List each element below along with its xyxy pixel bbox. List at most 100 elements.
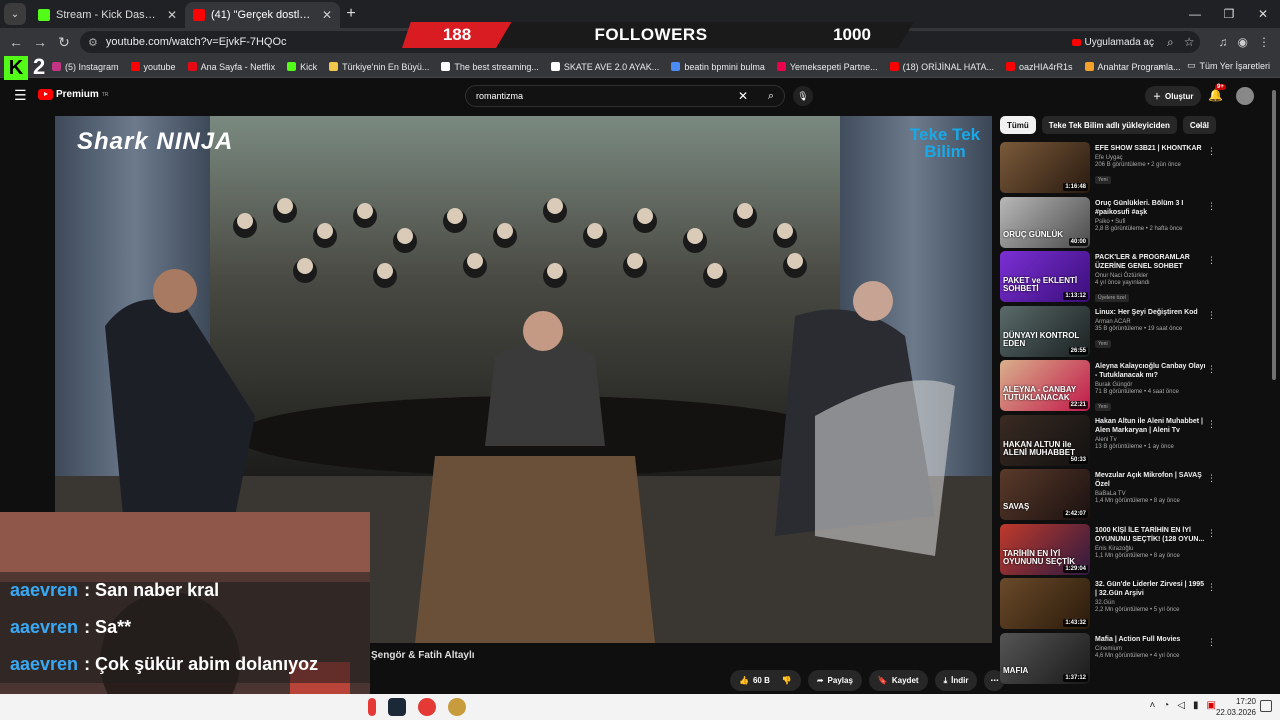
microphone-icon[interactable]: 🎙 — [793, 86, 813, 106]
video-thumbnail[interactable]: PAKET ve EKLENTİ SOHBETİ 1:13:12 — [1000, 251, 1090, 302]
zoom-icon[interactable]: ⌕ — [1167, 35, 1174, 50]
tab-search-button[interactable]: ⌄ — [4, 3, 26, 25]
recommended-video[interactable]: SAVAŞ 2:42:07 Mevzular Açık Mikrofon | SAV… — [1000, 469, 1222, 524]
bookmark-star-icon[interactable]: ☆ — [1184, 35, 1195, 49]
video-title[interactable]: Hakan Altun ile Aleni Muhabbet | Alen Ma… — [1095, 417, 1207, 435]
video-title[interactable]: PACK'LER & PROGRAMLAR ÜZERİNE GENEL SOHB… — [1095, 253, 1207, 271]
channel-name[interactable]: Onur Naci Öztürkler — [1095, 273, 1207, 279]
download-button[interactable]: ⤓ İndir — [934, 670, 978, 691]
more-options-icon[interactable]: ⋮ — [1207, 582, 1216, 593]
channel-name[interactable]: Cinemium — [1095, 646, 1207, 652]
recommended-video[interactable]: MAFIA 1:37:12 Mafia | Action Full Movies Ci… — [1000, 632, 1222, 688]
bookmark-item[interactable]: Türkiye'nin En Büyü... — [329, 62, 429, 72]
recommended-video[interactable]: DÜNYAYI KONTROL EDEN 26:55 Linux: Her Şeyi… — [1000, 305, 1222, 361]
video-thumbnail[interactable]: MAFIA 1:37:12 — [1000, 632, 1090, 684]
more-options-icon[interactable]: ⋮ — [1207, 146, 1216, 157]
video-title[interactable]: Aleyna Kalaycıoğlu Canbay Olayı - Tutukl… — [1095, 362, 1207, 380]
channel-name[interactable]: Burak Güngör — [1095, 382, 1207, 388]
more-options-icon[interactable]: ⋮ — [1207, 255, 1216, 266]
bookmark-item[interactable]: The best streaming... — [441, 62, 539, 72]
video-title[interactable]: Mevzular Açık Mikrofon | SAVAŞ Özel — [1095, 471, 1207, 489]
video-title[interactable]: Linux: Her Şeyi Değiştiren Kod — [1095, 308, 1207, 317]
youtube-premium-logo[interactable]: Premium TR — [38, 89, 108, 100]
avatar[interactable] — [1236, 87, 1254, 105]
chevron-right-icon[interactable]: › — [1197, 118, 1201, 132]
video-title[interactable]: 1000 KİŞİ İLE TARİHİN EN İYİ OYUNUNU SEÇ… — [1095, 526, 1207, 544]
tray-app-icon[interactable]: ▣ — [1207, 700, 1216, 711]
share-button[interactable]: ➦ Paylaş — [807, 670, 862, 691]
search-icon[interactable]: ⌕ — [768, 90, 774, 103]
video-thumbnail[interactable]: ORUÇ GÜNLÜK 40:00 — [1000, 196, 1090, 248]
recommended-video[interactable]: PAKET ve EKLENTİ SOHBETİ 1:13:12 PACK'LER … — [1000, 251, 1222, 306]
recommended-video[interactable]: 1:43:32 32. Gün'de Liderler Zirvesi | 199… — [1000, 578, 1222, 633]
video-thumbnail[interactable]: HAKAN ALTUN ile ALENİ MUHABBET 50:33 — [1000, 414, 1090, 466]
chip-from-uploader[interactable]: Teke Tek Bilim adlı yükleyiciden — [1041, 116, 1177, 134]
bookmark-item[interactable]: (18) ORİJİNAL HATA... — [889, 62, 994, 72]
video-thumbnail[interactable]: ALEYNA - CANBAY TUTUKLANACAK 22:21 — [1000, 360, 1090, 411]
app-icon[interactable] — [418, 698, 436, 716]
video-thumbnail[interactable]: SAVAŞ 2:42:07 — [1000, 469, 1090, 520]
site-info-icon[interactable]: ⚙ — [88, 36, 98, 49]
more-options-icon[interactable]: ⋮ — [1207, 637, 1216, 648]
clear-search-icon[interactable]: ✕ — [738, 89, 748, 103]
chevron-up-icon[interactable]: ˄ — [1149, 700, 1155, 711]
recommended-video[interactable]: TARİHİN EN İYİ OYUNUNU SEÇTİK 1:29:04 1000… — [1000, 523, 1222, 579]
more-options-icon[interactable]: ⋮ — [1207, 364, 1216, 375]
media-icon[interactable]: ♫ — [1219, 35, 1228, 49]
volume-icon[interactable]: ◁ — [1177, 700, 1185, 711]
bookmark-item[interactable]: (5) Instagram — [52, 62, 119, 72]
app-icon[interactable] — [368, 698, 376, 716]
forward-icon[interactable]: → — [28, 34, 52, 50]
taskbar-clock[interactable]: 17:20 22.03.2026 — [1216, 696, 1256, 718]
channel-name[interactable]: Efe Uygaç — [1095, 155, 1207, 161]
scrollbar[interactable] — [1270, 90, 1278, 685]
video-thumbnail[interactable]: 1:43:32 — [1000, 578, 1090, 629]
video-title[interactable]: 32. Gün'de Liderler Zirvesi | 1995 | 32.… — [1095, 580, 1207, 598]
channel-name[interactable]: Arman ACAR — [1095, 319, 1207, 325]
channel-name[interactable]: Enis Kirazoğlu — [1095, 546, 1207, 552]
more-bookmarks-icon[interactable]: » — [1158, 61, 1163, 71]
profile-icon[interactable]: ◉ — [1238, 35, 1248, 49]
video-thumbnail[interactable]: 1:16:48 — [1000, 142, 1090, 193]
scrollbar-thumb[interactable] — [1272, 90, 1276, 380]
more-options-icon[interactable]: ⋮ — [1207, 473, 1216, 484]
close-tab-icon[interactable]: ✕ — [322, 8, 332, 22]
more-options-icon[interactable]: ⋮ — [1207, 419, 1216, 430]
more-options-icon[interactable]: ⋮ — [1207, 201, 1216, 212]
more-options-icon[interactable]: ⋮ — [1207, 528, 1216, 539]
thumbs-down-icon[interactable]: 👎 — [782, 676, 792, 685]
search-input[interactable]: romantizma ✕ ⌕ — [465, 85, 785, 107]
bookmark-item[interactable]: SKATE AVE 2.0 AYAK... — [550, 62, 659, 72]
create-button[interactable]: ＋ Oluştur — [1145, 86, 1202, 106]
bookmark-item[interactable]: Kick — [287, 62, 317, 72]
video-title[interactable]: Oruç Günlükleri. Bölüm 3 I #paikosufi #a… — [1095, 199, 1207, 217]
channel-name[interactable]: Psiko • Sufi — [1095, 219, 1207, 225]
channel-name[interactable]: 32.Gün — [1095, 600, 1207, 606]
open-in-app-button[interactable]: Uygulamada aç — [1064, 31, 1162, 53]
restore-icon[interactable]: ❐ — [1212, 0, 1246, 28]
browser-menu-icon[interactable]: ⋮ — [1258, 35, 1270, 49]
steam-icon[interactable] — [388, 698, 406, 716]
tab-kick-dashboard[interactable]: Stream - Kick Dashboard ✕ — [30, 2, 185, 28]
network-icon[interactable]: ◔ — [1163, 700, 1169, 711]
bookmark-item[interactable]: youtube — [130, 62, 176, 72]
back-icon[interactable]: ← — [4, 34, 28, 50]
like-button[interactable]: 👍 60 B 👎 — [730, 670, 801, 691]
recommended-video[interactable]: ORUÇ GÜNLÜK 40:00 Oruç Günlükleri. Bölüm 3… — [1000, 196, 1222, 252]
app-icon[interactable] — [448, 698, 466, 716]
recommended-video[interactable]: HAKAN ALTUN ile ALENİ MUHABBET 50:33 Hakan… — [1000, 414, 1222, 470]
bookmark-item[interactable]: Ana Sayfa - Netflix — [187, 62, 275, 72]
recommended-video[interactable]: 1:16:48 EFE SHOW S3B21 | KHONTKAR Efe Uyga… — [1000, 142, 1222, 197]
menu-icon[interactable]: ☰ — [14, 87, 27, 104]
tab-youtube-video[interactable]: (41) "Gerçek dostluk ebedidir..." ✕ — [185, 2, 340, 28]
close-window-icon[interactable]: ✕ — [1246, 0, 1280, 28]
save-button[interactable]: 🔖 Kaydet — [868, 670, 928, 691]
notifications-icon[interactable]: 🔔 9+ — [1208, 84, 1226, 102]
battery-icon[interactable]: ▮ — [1193, 700, 1199, 711]
chip-all[interactable]: Tümü — [1000, 116, 1036, 134]
video-title[interactable]: EFE SHOW S3B21 | KHONTKAR — [1095, 144, 1207, 153]
video-thumbnail[interactable]: DÜNYAYI KONTROL EDEN 26:55 — [1000, 305, 1090, 357]
more-options-icon[interactable]: ⋮ — [1207, 310, 1216, 321]
new-tab-button[interactable]: + — [340, 5, 362, 23]
channel-name[interactable]: BaBaLa TV — [1095, 491, 1207, 497]
